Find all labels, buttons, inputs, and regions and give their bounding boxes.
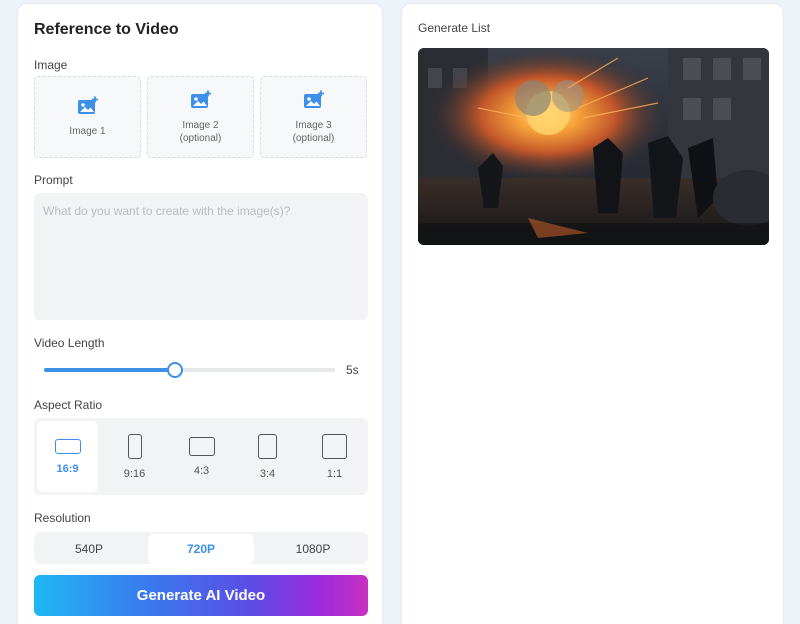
square-ratio-icon [322, 433, 347, 459]
aspect-option-3-4[interactable]: 3:4 [237, 421, 298, 492]
upload-label: Image 2 [182, 119, 219, 131]
aspect-option-4-3[interactable]: 4:3 [171, 421, 232, 492]
prompt-input[interactable] [34, 193, 368, 320]
aspect-option-label: 1:1 [326, 467, 343, 480]
generate-list-title: Generate List [418, 21, 491, 35]
aspect-option-9-16[interactable]: 9:16 [104, 421, 165, 492]
video-length-value: 5s [346, 363, 359, 377]
video-length-label: Video Length [34, 336, 105, 350]
aspect-option-1-1[interactable]: 1:1 [304, 421, 365, 492]
aspect-option-label: 4:3 [193, 464, 210, 477]
aspect-ratio-selector: 16:9 9:16 4:3 3:4 1:1 [34, 418, 368, 495]
aspect-option-label: 9:16 [123, 467, 146, 480]
resolution-label: Resolution [34, 511, 91, 525]
prompt-label: Prompt [34, 173, 73, 187]
image-section-label: Image [34, 58, 68, 72]
portrait-ratio-icon [258, 433, 277, 459]
resolution-option-540p[interactable]: 540P [36, 534, 142, 564]
generate-list-panel: Generate List [401, 3, 784, 624]
upload-label: Image 1 [69, 126, 106, 137]
add-image-icon [190, 90, 212, 119]
upload-label: Image 3 [295, 119, 332, 131]
landscape-ratio-icon [54, 438, 81, 454]
slider-fill [44, 368, 175, 372]
upload-image-1[interactable]: Image 1 [34, 76, 141, 158]
add-image-icon [77, 96, 99, 125]
resolution-option-1080p[interactable]: 1080P [260, 534, 366, 564]
add-image-icon [303, 90, 325, 119]
portrait-ratio-icon [127, 433, 142, 459]
generate-video-button[interactable]: Generate AI Video [34, 575, 368, 616]
battle-explosion-scene-image [418, 48, 769, 245]
upload-image-3[interactable]: Image 3 (optional) [260, 76, 367, 158]
landscape-ratio-icon [188, 436, 215, 456]
slider-handle[interactable] [166, 362, 183, 378]
upload-optional-label: (optional) [292, 132, 335, 144]
form-title: Reference to Video [34, 21, 179, 38]
resolution-selector: 540P 720P 1080P [34, 532, 368, 564]
upload-optional-label: (optional) [179, 132, 222, 144]
resolution-option-720p[interactable]: 720P [148, 534, 254, 564]
video-length-slider[interactable] [44, 362, 335, 378]
aspect-option-label: 16:9 [56, 462, 79, 475]
aspect-option-label: 3:4 [259, 467, 276, 480]
generated-video-thumbnail[interactable] [418, 48, 769, 245]
aspect-option-16-9[interactable]: 16:9 [37, 421, 98, 492]
reference-to-video-form: Reference to Video Image Image 1 Image 2… [17, 3, 383, 624]
aspect-ratio-label: Aspect Ratio [34, 398, 103, 412]
upload-image-2[interactable]: Image 2 (optional) [147, 76, 254, 158]
